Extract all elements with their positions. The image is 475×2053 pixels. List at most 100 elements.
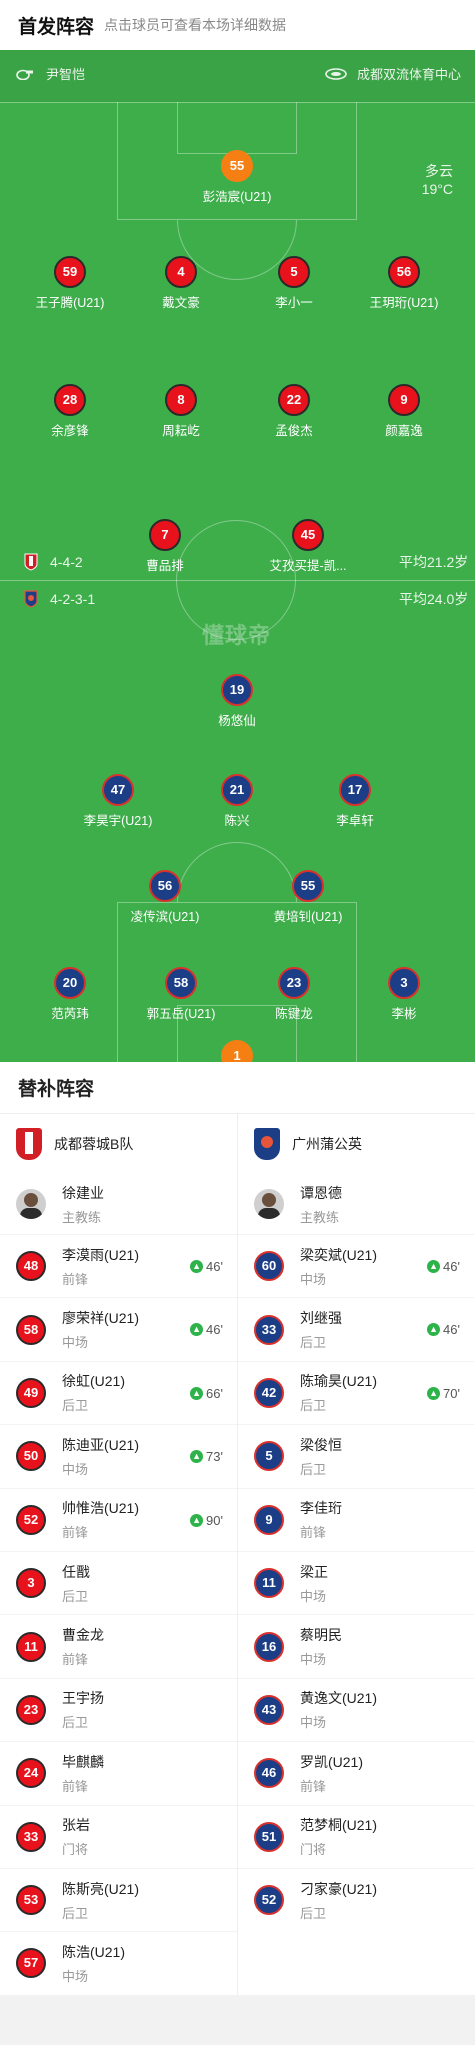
sub-player-position: 前锋 bbox=[62, 1778, 89, 1794]
home-team-name: 成都蓉城B队 bbox=[54, 1136, 134, 1152]
sub-player-position: 中场 bbox=[62, 1335, 89, 1351]
away-sub-row[interactable]: 51 范梦桐(U21) 门将 bbox=[238, 1804, 474, 1868]
player-name: 曹品排 bbox=[146, 559, 184, 573]
home-player[interactable]: 7 曹品排 bbox=[105, 519, 225, 574]
home-sub-row[interactable]: 50 陈迪亚(U21) 中场 ▲ 73' bbox=[0, 1424, 237, 1487]
sub-player-position: 前锋 bbox=[300, 1525, 327, 1541]
home-player[interactable]: 8 周耘屹 bbox=[121, 384, 241, 439]
away-team-name: 广州蒲公英 bbox=[292, 1136, 362, 1152]
player-name: 范芮玮 bbox=[51, 1007, 89, 1021]
sub-player-position: 中场 bbox=[300, 1715, 327, 1731]
home-sub-row[interactable]: 57 陈浩(U21) 中场 bbox=[0, 1931, 237, 1994]
away-sub-row[interactable]: 11 梁正 中场 bbox=[238, 1550, 474, 1614]
home-player[interactable]: 45 艾孜买提-凯... bbox=[248, 519, 368, 574]
page-subtitle: 点击球员可查看本场详细数据 bbox=[104, 17, 287, 33]
jersey-number: 23 bbox=[16, 1694, 46, 1725]
away-sub-row[interactable]: 52 刁家豪(U21) 后卫 bbox=[238, 1867, 474, 1931]
jersey-number: 49 bbox=[16, 1377, 46, 1408]
home-sub-row[interactable]: 11 曹金龙 前锋 bbox=[0, 1614, 237, 1677]
away-sub-row[interactable]: 42 陈瑜昊(U21) 后卫 ▲ 70' bbox=[238, 1360, 474, 1424]
sub-player-name: 张岩 bbox=[62, 1817, 90, 1834]
home-sub-row[interactable]: 3 任戬 后卫 bbox=[0, 1550, 237, 1614]
sub-in-event: ▲ 73' bbox=[190, 1449, 223, 1464]
away-player[interactable]: 1龙文灏 bbox=[177, 1040, 297, 1062]
coach-avatar bbox=[16, 1189, 46, 1219]
player-name: 李昊宇(U21) bbox=[83, 814, 153, 828]
sub-player-position: 中场 bbox=[62, 1461, 89, 1477]
away-sub-row[interactable]: 43 黄逸文(U21) 中场 bbox=[238, 1677, 474, 1741]
home-player[interactable]: 28 余彦锋 bbox=[10, 384, 130, 439]
away-player[interactable]: 21 陈兴 bbox=[177, 774, 297, 829]
away-player[interactable]: 19 杨悠仙 bbox=[177, 674, 297, 729]
home-player[interactable]: 5 李小一 bbox=[234, 256, 354, 311]
home-sub-row[interactable]: 33 张岩 门将 bbox=[0, 1804, 237, 1868]
home-player[interactable]: 59 王子腾(U21) bbox=[10, 256, 130, 311]
away-sub-row[interactable]: 46 罗凯(U21) 前锋 bbox=[238, 1741, 474, 1804]
sub-in-arrow-icon: ▲ bbox=[190, 1450, 204, 1464]
sub-in-arrow-icon: ▲ bbox=[427, 1323, 441, 1337]
sub-in-time: 70' bbox=[443, 1385, 460, 1401]
weather-temperature: 19°C bbox=[421, 181, 453, 197]
away-sub-row[interactable]: 33 刘继强 后卫 ▲ 46' bbox=[238, 1297, 474, 1360]
sub-player-name: 帅惟浩(U21) bbox=[62, 1500, 140, 1517]
away-sub-row[interactable]: 16 蔡明民 中场 bbox=[238, 1614, 474, 1677]
home-sub-row[interactable]: 48 李漠雨(U21) 前锋 ▲ 46' bbox=[0, 1234, 237, 1297]
away-sub-row[interactable]: 60 梁奕斌(U21) 中场 ▲ 46' bbox=[238, 1234, 474, 1297]
jersey-number: 42 bbox=[254, 1377, 284, 1408]
sub-in-time: 46' bbox=[206, 1322, 223, 1338]
home-player[interactable]: 56 王玥珩(U21) bbox=[344, 256, 464, 311]
sub-player-name: 毕麒麟 bbox=[62, 1753, 104, 1770]
away-sub-row[interactable]: 9 李佳珩 前锋 bbox=[238, 1487, 474, 1551]
jersey-number: 22 bbox=[278, 384, 310, 416]
coach-name: 徐建业 bbox=[62, 1184, 104, 1201]
sub-player-position: 中场 bbox=[300, 1652, 327, 1668]
away-player[interactable]: 23 陈键龙 bbox=[234, 967, 354, 1022]
away-team-header[interactable]: 广州蒲公英 bbox=[238, 1114, 474, 1174]
player-name: 孟俊杰 bbox=[275, 424, 313, 438]
jersey-number: 47 bbox=[102, 774, 134, 806]
home-sub-row[interactable]: 49 徐虹(U21) 后卫 ▲ 66' bbox=[0, 1360, 237, 1424]
away-player[interactable]: 58 郭五岳(U21) bbox=[121, 967, 241, 1022]
sub-player-name: 李漠雨(U21) bbox=[62, 1246, 140, 1263]
away-player[interactable]: 17 李卓轩 bbox=[295, 774, 415, 829]
coach-name: 谭恩德 bbox=[300, 1184, 342, 1201]
home-sub-row[interactable]: 52 帅惟浩(U21) 前锋 ▲ 90' bbox=[0, 1487, 237, 1551]
jersey-number: 24 bbox=[16, 1758, 46, 1789]
home-team-header[interactable]: 成都蓉城B队 bbox=[0, 1114, 237, 1174]
home-avg-age: 平均21.2岁 bbox=[399, 554, 469, 570]
jersey-number: 55 bbox=[292, 870, 324, 902]
weather: 多云 19°C bbox=[422, 162, 453, 198]
subs-title: 替补阵容 bbox=[0, 1062, 475, 1114]
sub-player-name: 梁正 bbox=[300, 1563, 328, 1580]
referee: 尹智恺 bbox=[16, 64, 85, 83]
player-name: 黄培钊(U21) bbox=[273, 910, 343, 924]
sub-player-position: 门将 bbox=[62, 1842, 89, 1858]
jersey-number: 45 bbox=[292, 519, 324, 551]
home-player[interactable]: 4 戴文豪 bbox=[121, 256, 241, 311]
home-player[interactable]: 22 孟俊杰 bbox=[234, 384, 354, 439]
jersey-number: 58 bbox=[16, 1314, 46, 1345]
home-sub-row[interactable]: 24 毕麒麟前锋 bbox=[0, 1741, 237, 1804]
home-player[interactable]: 55 彭浩宸(U21) bbox=[177, 150, 297, 205]
home-sub-row[interactable]: 23 王宇扬 后卫 bbox=[0, 1677, 237, 1741]
jersey-number: 7 bbox=[149, 519, 181, 551]
home-sub-row[interactable]: 53 陈斯亮(U21) 后卫 bbox=[0, 1867, 237, 1931]
weather-condition: 多云 bbox=[425, 163, 453, 179]
sub-player-position: 后卫 bbox=[62, 1715, 89, 1731]
stadium-icon bbox=[325, 67, 347, 80]
match-info-bar: 尹智恺 成都双流体育中心 bbox=[0, 50, 475, 102]
away-coach[interactable]: 谭恩德 主教练 bbox=[238, 1174, 474, 1234]
sub-in-event: ▲ 46' bbox=[427, 1322, 460, 1337]
away-sub-row[interactable]: 5 梁俊恒 后卫 bbox=[238, 1424, 474, 1487]
away-player[interactable]: 20 范芮玮 bbox=[10, 967, 130, 1022]
home-coach[interactable]: 徐建业 主教练 bbox=[0, 1174, 237, 1234]
away-player[interactable]: 47 李昊宇(U21) bbox=[58, 774, 178, 829]
sub-player-name: 梁奕斌(U21) bbox=[300, 1246, 378, 1263]
home-player[interactable]: 9 颜嘉逸 bbox=[344, 384, 464, 439]
home-sub-row[interactable]: 58 廖荣祥(U21) 中场 ▲ 46' bbox=[0, 1297, 237, 1360]
sub-in-arrow-icon: ▲ bbox=[190, 1513, 204, 1527]
away-player[interactable]: 3 李彬 bbox=[344, 967, 464, 1022]
away-player[interactable]: 55 黄培钊(U21) bbox=[248, 870, 368, 925]
sub-player-name: 刁家豪(U21) bbox=[300, 1880, 378, 1897]
away-player[interactable]: 56 凌传滨(U21) bbox=[105, 870, 225, 925]
